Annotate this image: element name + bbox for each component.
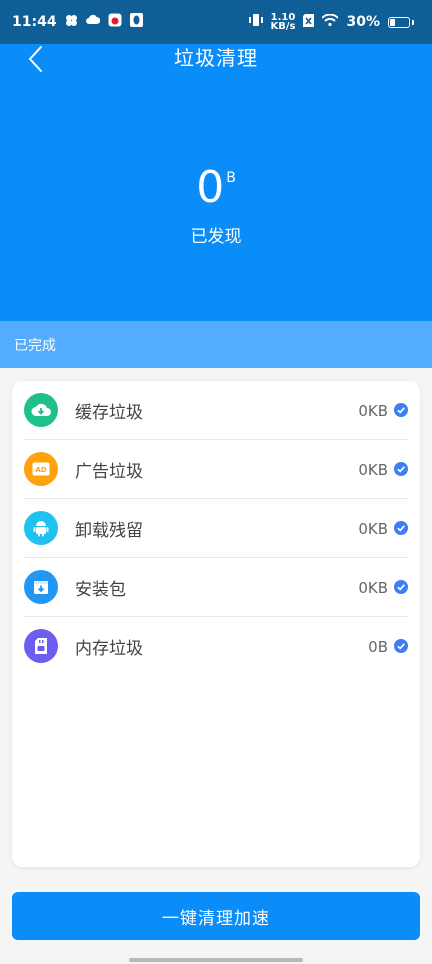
found-size: 0 B	[0, 166, 432, 210]
weibo-icon	[108, 13, 122, 31]
cloud-download-icon	[24, 393, 58, 427]
svg-text:AD: AD	[35, 466, 46, 474]
item-label: 卸载残留	[75, 521, 143, 541]
android-icon	[24, 511, 58, 545]
size-unit: B	[226, 170, 236, 186]
check-icon	[394, 580, 408, 594]
done-label: 已完成	[14, 337, 56, 354]
hero-header: 垃圾清理 0 B 已发现	[0, 44, 432, 321]
home-indicator[interactable]	[129, 958, 303, 962]
battery-icon	[388, 16, 414, 28]
list-item-memory[interactable]: 内存垃圾 0B	[12, 617, 420, 676]
status-right: 1.10 KB/s 30%	[248, 13, 414, 32]
item-label: 广告垃圾	[75, 462, 143, 482]
list-item-ads[interactable]: AD 广告垃圾 0KB	[12, 440, 420, 499]
list-item-uninstall-residue[interactable]: 卸载残留 0KB	[12, 499, 420, 558]
one-click-clean-button[interactable]: 一键清理加速	[12, 892, 420, 940]
item-size: 0KB	[358, 519, 388, 538]
check-icon	[394, 639, 408, 653]
item-size: 0B	[368, 637, 388, 656]
cloud-icon	[85, 14, 100, 30]
net-speed-unit: KB/s	[270, 21, 296, 32]
junk-list-card: 缓存垃圾 0KB AD 广告垃圾 0KB 卸载残留 0KB 安装包 0KB 内存…	[12, 381, 420, 867]
qq-icon	[129, 13, 143, 31]
memory-card-icon	[24, 629, 58, 663]
check-icon	[394, 521, 408, 535]
item-label: 内存垃圾	[75, 639, 143, 659]
net-speed: 1.10 KB/s	[270, 13, 296, 32]
check-icon	[394, 462, 408, 476]
check-icon	[394, 403, 408, 417]
size-value: 0	[196, 162, 225, 213]
found-label: 已发现	[190, 227, 242, 247]
list-item-install-package[interactable]: 安装包 0KB	[12, 558, 420, 617]
vibrate-icon	[248, 13, 263, 31]
list-item-cache[interactable]: 缓存垃圾 0KB	[12, 381, 420, 440]
wifi-icon	[321, 13, 340, 30]
status-bar: 11:44 1.10 KB/s 30%	[0, 0, 432, 44]
fan-icon	[65, 14, 78, 31]
status-left: 11:44	[12, 13, 143, 31]
ad-icon: AD	[24, 452, 58, 486]
package-icon	[24, 570, 58, 604]
battery-percent: 30%	[346, 14, 380, 30]
page-title: 垃圾清理	[174, 46, 258, 70]
sim-off-icon	[303, 13, 315, 31]
item-label: 安装包	[75, 580, 126, 600]
item-size: 0KB	[358, 460, 388, 479]
item-size: 0KB	[358, 578, 388, 597]
item-label: 缓存垃圾	[75, 403, 143, 423]
status-time: 11:44	[12, 14, 57, 30]
done-bar: 已完成	[0, 321, 432, 368]
item-size: 0KB	[358, 401, 388, 420]
